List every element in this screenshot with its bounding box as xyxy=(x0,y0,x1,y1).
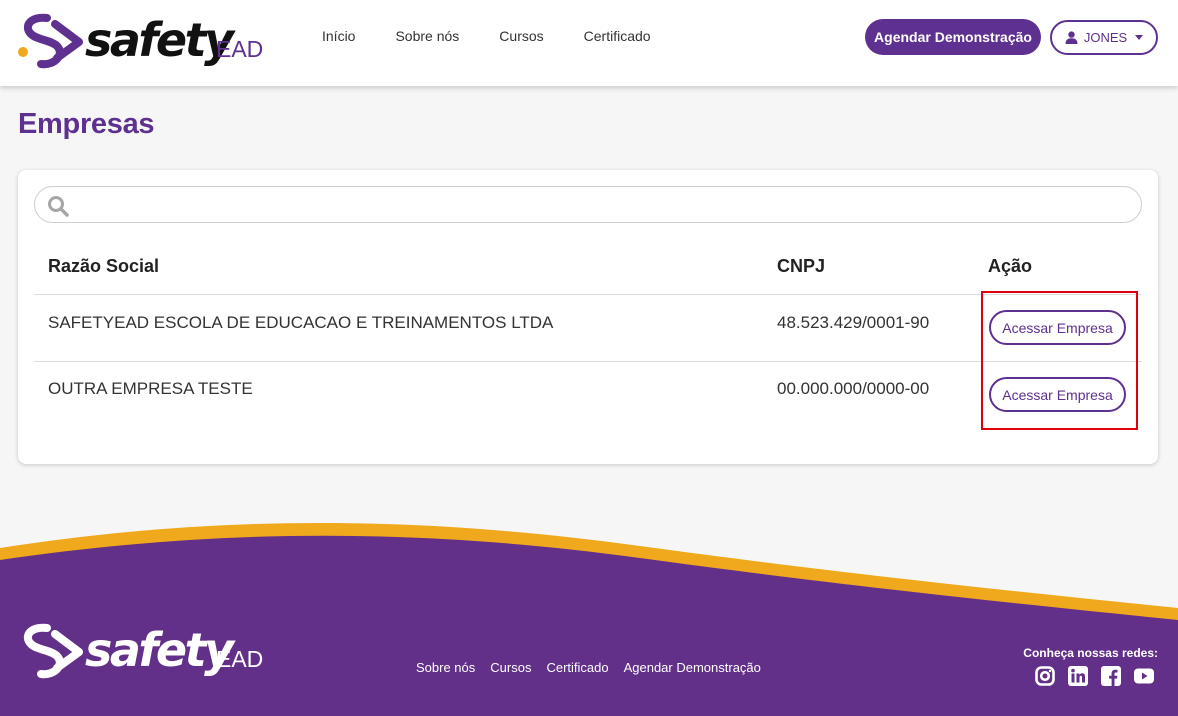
brand-suffix: EAD xyxy=(216,36,264,62)
facebook-icon[interactable] xyxy=(1101,666,1121,686)
companies-card: Razão Social CNPJ Ação SAFETYEAD ESCOLA … xyxy=(18,170,1158,464)
search-input[interactable] xyxy=(79,193,1129,217)
table-divider xyxy=(34,294,1142,295)
column-header-cnpj: CNPJ xyxy=(777,256,826,276)
footer-link-agendar-demonstracao[interactable]: Agendar Demonstração xyxy=(624,660,761,675)
footer-nav: Sobre nós Cursos Certificado Agendar Dem… xyxy=(416,660,776,675)
column-header-acao: Ação xyxy=(988,256,1033,276)
footer-brand-wordmark: safety xyxy=(85,623,234,677)
column-header-razao-social: Razão Social xyxy=(48,256,160,276)
brand-wordmark: safety xyxy=(85,13,234,67)
brand-mark-icon xyxy=(18,13,83,69)
cell-razao-social: SAFETYEAD ESCOLA DE EDUCACAO E TREINAMEN… xyxy=(48,313,554,332)
footer-brand-suffix: EAD xyxy=(216,646,264,672)
highlight-box xyxy=(981,291,1138,430)
cell-cnpj: 48.523.429/0001-90 xyxy=(777,313,930,332)
instagram-icon[interactable] xyxy=(1035,666,1055,686)
footer-brand-logo[interactable]: safety EAD xyxy=(17,620,264,680)
main-nav: Início Sobre nós Cursos Certificado xyxy=(322,28,691,44)
page-title: Empresas xyxy=(18,108,155,140)
brand-mark-icon xyxy=(23,623,83,679)
nav-item-sobre-nos[interactable]: Sobre nós xyxy=(395,28,459,44)
social-title: Conheça nossas redes: xyxy=(1023,646,1158,660)
search-box[interactable] xyxy=(34,186,1142,223)
linkedin-icon[interactable] xyxy=(1068,666,1088,686)
site-footer: safety EAD Sobre nós Cursos Certificado … xyxy=(0,520,1178,716)
footer-link-sobre-nos[interactable]: Sobre nós xyxy=(416,660,475,675)
schedule-demo-button[interactable]: Agendar Demonstração xyxy=(865,19,1041,55)
table-divider xyxy=(34,361,1142,362)
footer-link-certificado[interactable]: Certificado xyxy=(546,660,608,675)
footer-wave xyxy=(0,523,1178,716)
brand-logo[interactable]: safety EAD xyxy=(17,12,264,72)
chevron-down-icon xyxy=(1135,35,1144,40)
social-links xyxy=(1035,666,1154,686)
cell-razao-social: OUTRA EMPRESA TESTE xyxy=(48,379,253,398)
nav-item-certificado[interactable]: Certificado xyxy=(584,28,651,44)
cell-cnpj: 00.000.000/0000-00 xyxy=(777,379,930,398)
user-name: JONES xyxy=(1083,30,1128,45)
site-header: safety EAD Início Sobre nós Cursos Certi… xyxy=(0,0,1178,86)
search-icon xyxy=(48,196,69,217)
youtube-icon[interactable] xyxy=(1134,666,1154,686)
user-icon xyxy=(1065,31,1078,44)
nav-item-cursos[interactable]: Cursos xyxy=(499,28,543,44)
user-menu-button[interactable]: JONES xyxy=(1050,20,1158,55)
footer-link-cursos[interactable]: Cursos xyxy=(490,660,531,675)
nav-item-inicio[interactable]: Início xyxy=(322,28,355,44)
